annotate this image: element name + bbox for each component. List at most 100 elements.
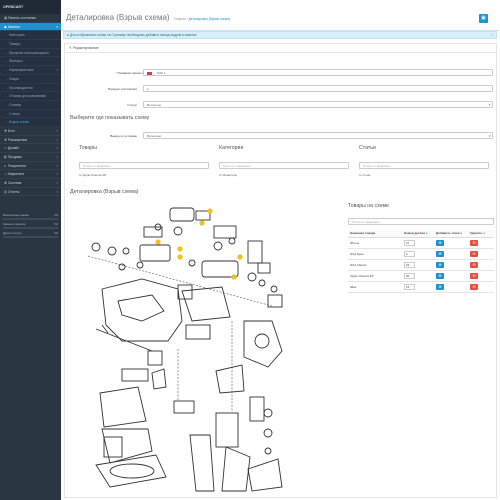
chevron-icon: v xyxy=(56,24,58,29)
chevron-icon: > xyxy=(56,137,58,142)
stat-progress-bar xyxy=(3,227,58,230)
part-number-input[interactable]: 2 xyxy=(404,250,415,257)
name-field[interactable]: MJK 1 xyxy=(143,69,493,76)
add-point-button[interactable]: ⊕ xyxy=(436,261,444,268)
part-number-input[interactable]: 27 xyxy=(404,239,415,246)
table-row: Apple Cinema 30" 90 ⊕ ⊖ xyxy=(348,270,494,282)
catalog-submenu: - Категории - Товары - Профили повторяющих… xyxy=(0,31,61,127)
sidebar-item[interactable]: ✚Блог > xyxy=(0,127,61,136)
submenu-item[interactable]: - Профили повторяющихся xyxy=(0,49,61,58)
categories-column-title: Категории xyxy=(219,145,244,151)
sidebar-item[interactable]: ✱Система > xyxy=(0,179,61,188)
sidebar-item[interactable]: ▭Дизайн > xyxy=(0,144,61,153)
schema-heading: Деталировка (Взрыв схема) xyxy=(70,189,139,195)
category-tag: ⊖Мониторы xyxy=(219,173,237,177)
sort-input[interactable]: 1 xyxy=(143,85,493,92)
chevron-icon: > xyxy=(56,181,58,186)
sidebar-item[interactable]: ◆Каталог v xyxy=(0,22,61,32)
delete-button[interactable]: ⊖ xyxy=(470,239,478,246)
chevron-icon: > xyxy=(56,146,58,151)
add-point-button[interactable]: ⊕ xyxy=(436,239,444,246)
sidebar-item-label: Блог xyxy=(8,128,16,133)
save-button[interactable]: ▣ xyxy=(479,14,488,23)
output-label: Вывод по условию xyxy=(110,134,137,138)
submenu-item[interactable]: - Производители xyxy=(0,84,61,93)
exploded-diagram[interactable] xyxy=(82,201,286,493)
chevron-icon: > xyxy=(56,128,58,133)
categories-search-input[interactable]: Поиск по названию xyxy=(219,162,349,169)
sidebar-item-label: Дизайн xyxy=(8,146,20,151)
sidebar-item-label: Панель состояния xyxy=(8,16,37,20)
add-point-button[interactable]: ⊕ xyxy=(436,272,444,279)
articles-column-title: Статьи xyxy=(359,145,376,151)
close-icon[interactable]: × xyxy=(491,32,493,39)
stat-progress-bar xyxy=(3,218,58,221)
minus-circle-icon: ⊖ xyxy=(472,272,476,278)
delete-button[interactable]: ⊖ xyxy=(470,261,478,268)
sidebar-item[interactable]: ▦Панель состояния xyxy=(0,14,61,23)
breadcrumb-current[interactable]: Деталировка (Взрыв схема) xyxy=(189,17,230,21)
add-point-button[interactable]: ⊕ xyxy=(436,250,444,257)
product-name: Apple Cinema 30" xyxy=(348,270,402,282)
sidebar-item[interactable]: ▥Отчеты > xyxy=(0,188,61,197)
ru-flag-icon xyxy=(147,71,152,75)
articles-search-input[interactable]: Поиск по названию xyxy=(359,162,489,169)
submenu-item-label: Фильтры xyxy=(9,59,23,64)
part-number-input[interactable]: 90 xyxy=(404,272,415,279)
stat-progress-bar xyxy=(3,236,58,239)
brand-logo: OPENCART xyxy=(0,0,61,14)
sidebar-item[interactable]: ◁Маркетинг > xyxy=(0,170,61,180)
submenu-item[interactable]: - Взрыв схема xyxy=(0,118,61,127)
help-icon: ● xyxy=(460,231,463,236)
schema-products-table: Название товара Номер детали ● Добавить … xyxy=(348,230,494,293)
table-row: iPod Classic 23 ⊕ ⊖ xyxy=(348,259,494,271)
products-search-input[interactable]: Поиск по названию xyxy=(79,162,209,169)
sidebar-item-label: Каталог xyxy=(8,24,20,29)
sidebar-item[interactable]: ◧Продажи > xyxy=(0,153,61,162)
sidebar-menu: ▦Панель состояния ◆Каталог v - Категории - Т… xyxy=(0,14,61,197)
submenu-item-label: Отзывы для скачивания xyxy=(9,94,47,99)
sidebar-item-label: Продажи xyxy=(8,155,22,159)
delete-button[interactable]: ⊖ xyxy=(470,250,478,257)
submenu-item[interactable]: - Отзывы xyxy=(0,101,61,110)
schema-product-search-input[interactable]: Поиск по названию xyxy=(348,218,494,225)
remove-icon[interactable]: ⊖ xyxy=(359,173,362,177)
panel-title: Редактирование xyxy=(72,46,99,50)
submenu-item[interactable]: - Категории xyxy=(0,31,61,41)
breadcrumb-home[interactable]: Главная xyxy=(174,17,186,21)
part-number-input[interactable]: 23 xyxy=(404,261,415,268)
col-add: Добавить точки ● xyxy=(434,230,468,238)
submenu-item[interactable]: - Товары xyxy=(0,40,61,49)
products-on-schema-heading: Товары на схеме xyxy=(348,203,389,209)
submenu-item-label: Товары xyxy=(9,42,21,47)
edit-panel: ✎ Редактирование * Название взрыв-схемы … xyxy=(64,43,497,498)
submenu-item[interactable]: - Отзывы для скачивания xyxy=(0,92,61,101)
crosshair-icon: ⊕ xyxy=(438,261,442,267)
remove-icon[interactable]: ⊖ xyxy=(219,173,222,177)
output-select[interactable]: Включено ▾ xyxy=(143,132,493,139)
stat-label: Выполненные заказы xyxy=(3,214,29,218)
submenu-item[interactable]: - Фильтры xyxy=(0,57,61,67)
sidebar-item-label: Система xyxy=(8,181,22,186)
submenu-item-label: Взрыв схема xyxy=(9,120,29,125)
chevron-icon: > xyxy=(56,172,58,177)
submenu-item[interactable]: - Опции xyxy=(0,75,61,84)
stat-value: 0% xyxy=(54,214,58,218)
sidebar-item[interactable]: ✚Расширения > xyxy=(0,136,61,145)
remove-icon[interactable]: ⊖ xyxy=(79,173,82,177)
delete-button[interactable]: ⊖ xyxy=(470,283,478,290)
sidebar-item[interactable]: ● Покупатели > xyxy=(0,162,61,171)
add-point-button[interactable]: ⊕ xyxy=(436,283,444,290)
sidebar-item-label: Расширения xyxy=(8,137,28,142)
status-select[interactable]: Включено ▾ xyxy=(143,101,493,108)
stat-item: Выполненные заказы 0% xyxy=(3,214,58,221)
submenu-item[interactable]: - Статьи xyxy=(0,110,61,119)
submenu-item[interactable]: - Характеристики > xyxy=(0,66,61,75)
delete-button[interactable]: ⊖ xyxy=(470,272,478,279)
stat-value: 0% xyxy=(54,232,58,236)
minus-circle-icon: ⊖ xyxy=(472,239,476,245)
part-number-input[interactable]: 15 xyxy=(404,283,415,290)
submenu-item-label: Профили повторяющихся xyxy=(9,50,49,55)
stat-item: Заказы в процессе 0% xyxy=(3,223,58,230)
save-icon: ▣ xyxy=(481,15,486,21)
